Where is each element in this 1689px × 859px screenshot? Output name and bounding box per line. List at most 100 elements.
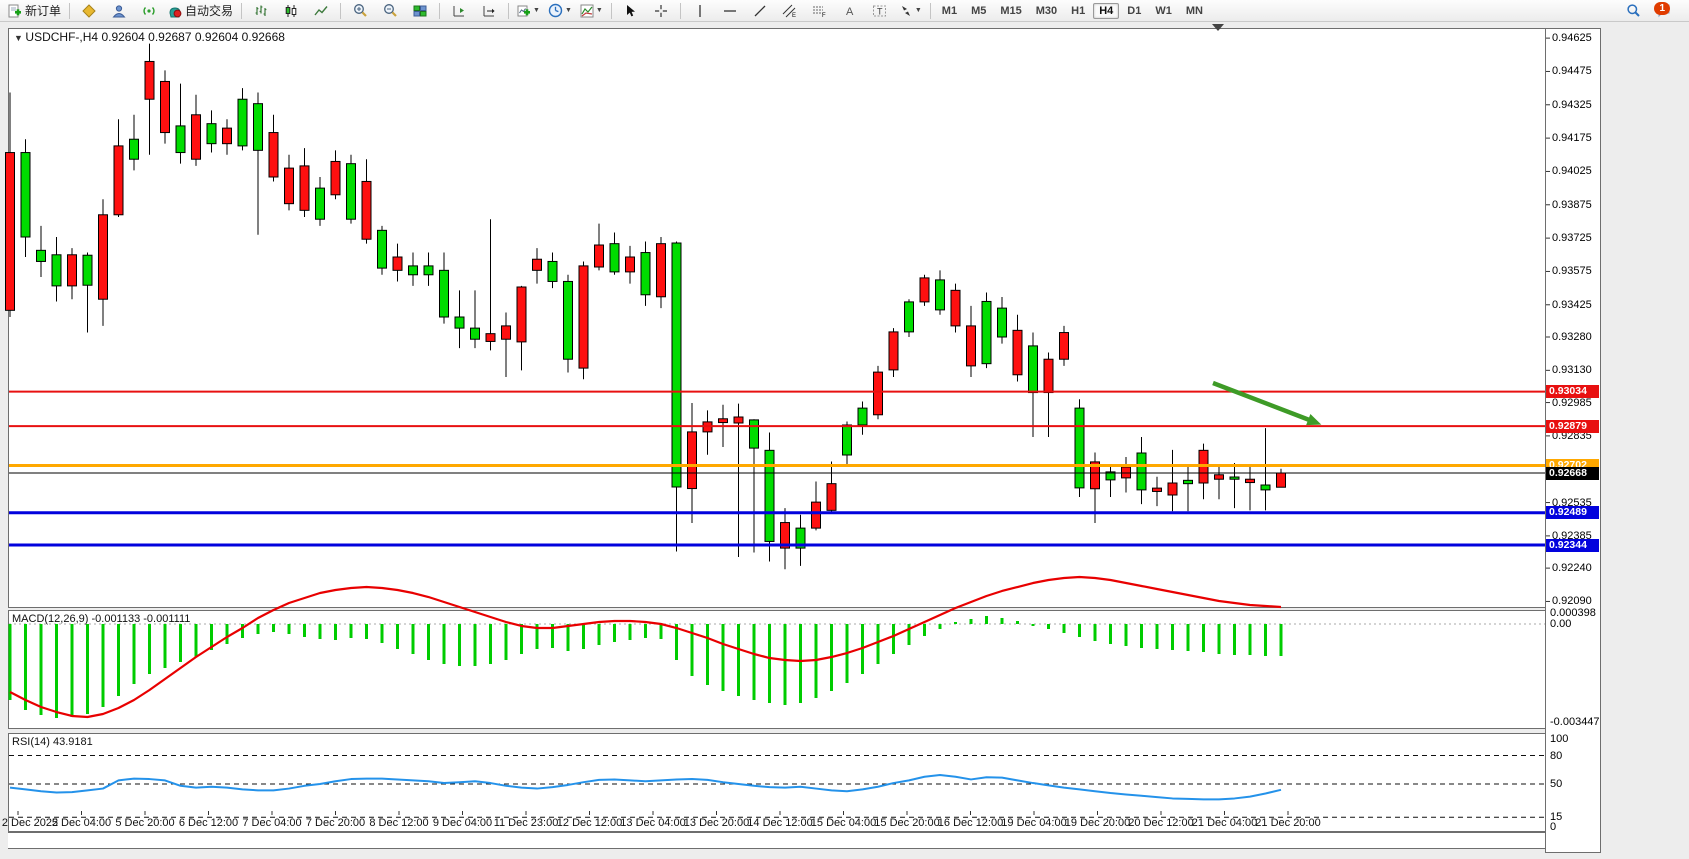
candle-body — [331, 161, 340, 194]
candle-body — [378, 230, 387, 268]
toolbar-separator — [439, 3, 440, 19]
candle-body — [1075, 408, 1084, 488]
candle-body — [641, 253, 650, 295]
rsi-axis-100: 100 — [1550, 733, 1568, 745]
text-label-tool-button[interactable]: T — [866, 0, 894, 22]
new-chart-button[interactable]: ▼ — [514, 0, 543, 22]
candle-body — [192, 115, 201, 159]
macd-values: -0.001133 -0.001111 — [91, 613, 190, 625]
candle-body — [626, 257, 635, 272]
timeframe-d1[interactable]: D1 — [1121, 3, 1147, 19]
new-order-label: 新订单 — [25, 2, 61, 19]
timeframe-h1[interactable]: H1 — [1065, 3, 1091, 19]
timeframe-m5[interactable]: M5 — [965, 3, 992, 19]
candle-body — [455, 317, 464, 328]
macd-name: MACD(12,26,9) — [12, 613, 88, 625]
candle-body — [1184, 480, 1193, 483]
timeframe-mn[interactable]: MN — [1180, 3, 1209, 19]
time-label-5: 7 Dec 20:00 — [306, 817, 365, 829]
autotrading-button[interactable]: 自动交易 — [165, 0, 236, 22]
main-toolbar: 新订单 自动交易 ▼ ▼ ▼ E F A T ▼ M1M5M15M30H1H4D… — [0, 0, 1689, 22]
toolbar-separator — [508, 3, 509, 19]
candle-body — [1261, 485, 1270, 490]
vertical-line-tool-button[interactable] — [686, 0, 714, 22]
zoom-in-button[interactable] — [346, 0, 374, 22]
candle-body — [145, 61, 154, 99]
fibonacci-tool-button[interactable]: F — [806, 0, 834, 22]
candle-body — [1044, 359, 1053, 392]
profile-button[interactable] — [105, 0, 133, 22]
channel-tool-button[interactable]: E — [776, 0, 804, 22]
chart-shift-button[interactable] — [475, 0, 503, 22]
candle-body — [223, 128, 232, 144]
notifications-button[interactable]: 1 — [1649, 0, 1677, 22]
price-tick-0.94475: 0.94475 — [1552, 65, 1592, 77]
crosshair-tool-button[interactable] — [647, 0, 675, 22]
indicators-button[interactable]: ▼ — [577, 0, 606, 22]
price-tick-0.93575: 0.93575 — [1552, 265, 1592, 277]
timeframe-m1[interactable]: M1 — [936, 3, 963, 19]
time-label-8: 11 Dec 23:00 — [494, 817, 559, 829]
metaeditor-button[interactable] — [75, 0, 103, 22]
candle-body — [1230, 477, 1239, 479]
timeframe-w1[interactable]: W1 — [1149, 3, 1178, 19]
projection-arrow-line[interactable] — [1213, 383, 1312, 421]
candle-body — [982, 301, 991, 363]
search-button[interactable] — [1619, 0, 1647, 22]
timeframe-m30[interactable]: M30 — [1030, 3, 1063, 19]
trendline-tool-button[interactable] — [746, 0, 774, 22]
text-icon: A — [843, 4, 856, 18]
candle-body — [269, 133, 278, 177]
tile-windows-icon — [413, 4, 427, 18]
notification-badge: 1 — [1654, 2, 1670, 15]
candle-body — [52, 255, 61, 286]
auto-arrange-button[interactable] — [445, 0, 473, 22]
projection-arrow-head[interactable] — [1306, 414, 1321, 425]
chart-shift-marker[interactable] — [1212, 24, 1224, 31]
line-chart-mode-button[interactable] — [307, 0, 335, 22]
rsi-line — [10, 775, 1281, 799]
rsi-axis-0: 0 — [1550, 821, 1556, 833]
candle-body — [254, 104, 263, 151]
candle-body — [750, 420, 759, 448]
text-tool-button[interactable]: A — [836, 0, 864, 22]
chart-shift-icon — [482, 4, 496, 18]
price-badge-0.92879: 0.92879 — [1546, 420, 1599, 433]
signals-button[interactable] — [135, 0, 163, 22]
new-order-button[interactable]: 新订单 — [5, 0, 64, 22]
zoom-in-icon — [353, 3, 368, 18]
text-label-icon: T — [872, 4, 887, 18]
candlestick-icon — [284, 4, 298, 18]
chart-canvas[interactable] — [0, 22, 1689, 859]
candle-body — [440, 270, 449, 317]
horizontal-line-tool-button[interactable] — [716, 0, 744, 22]
candle-body — [1246, 479, 1255, 482]
quick-trade-collapse-icon[interactable]: ▼ — [14, 33, 25, 43]
candlestick-mode-button[interactable] — [277, 0, 305, 22]
tile-windows-button[interactable] — [406, 0, 434, 22]
cursor-tool-button[interactable] — [617, 0, 645, 22]
price-tick-0.93280: 0.93280 — [1552, 331, 1592, 343]
candle-body — [238, 99, 247, 146]
timeframe-m15[interactable]: M15 — [994, 3, 1027, 19]
rsi-axis-50: 50 — [1550, 778, 1562, 790]
svg-text:A: A — [846, 6, 854, 18]
toolbar-separator — [680, 3, 681, 19]
timeframe-group: M1M5M15M30H1H4D1W1MN — [935, 3, 1210, 19]
svg-text:T: T — [877, 6, 883, 16]
bar-chart-mode-button[interactable] — [247, 0, 275, 22]
arrows-tool-button[interactable]: ▼ — [896, 0, 925, 22]
candle-body — [1215, 475, 1224, 479]
profiles-button[interactable]: ▼ — [545, 0, 575, 22]
time-label-10: 13 Dec 04:00 — [620, 817, 685, 829]
time-label-2: 5 Dec 20:00 — [115, 817, 174, 829]
price-badge-0.92668: 0.92668 — [1546, 467, 1599, 480]
candle-body — [486, 334, 495, 342]
timeframe-h4[interactable]: H4 — [1093, 3, 1119, 19]
price-tick-0.93725: 0.93725 — [1552, 232, 1592, 244]
svg-text:E: E — [792, 13, 796, 18]
zoom-out-button[interactable] — [376, 0, 404, 22]
candle-body — [967, 326, 976, 366]
candle-body — [285, 168, 294, 204]
macd-axis-zero: 0.00 — [1550, 618, 1571, 630]
